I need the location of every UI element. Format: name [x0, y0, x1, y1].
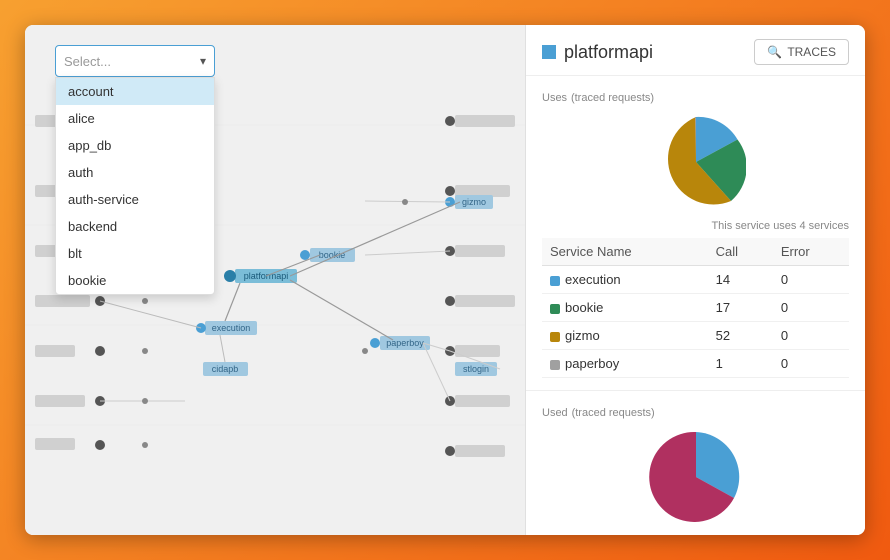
- call-cell: 1: [708, 350, 773, 378]
- select-container: Select... ▾ accountaliceapp_dbauthauth-s…: [55, 45, 215, 77]
- uses-pie-note: This service uses 4 services: [542, 220, 849, 232]
- uses-col-error: Error: [773, 238, 849, 266]
- right-header: platformapi 🔍 TRACES: [526, 25, 865, 76]
- dropdown-item[interactable]: auth: [56, 159, 214, 186]
- service-color-indicator: [542, 45, 556, 59]
- service-cell: execution: [542, 266, 708, 294]
- service-select[interactable]: Select... ▾: [55, 45, 215, 77]
- svg-text:execution: execution: [212, 323, 251, 333]
- traces-button[interactable]: 🔍 TRACES: [754, 39, 849, 65]
- table-row: gizmo 52 0: [542, 322, 849, 350]
- svg-text:stlogin: stlogin: [463, 364, 489, 374]
- table-row: execution 14 0: [542, 266, 849, 294]
- used-section: Used (traced requests) This service is u…: [526, 391, 865, 535]
- select-placeholder: Select...: [64, 54, 111, 69]
- traces-label: TRACES: [787, 45, 836, 59]
- error-cell: 0: [773, 266, 849, 294]
- service-name-label: platformapi: [564, 42, 653, 63]
- dropdown-item[interactable]: account: [56, 78, 214, 105]
- main-container: bookie gizmo execution paperboy platform…: [25, 25, 865, 535]
- right-panel: platformapi 🔍 TRACES Uses (traced reques…: [525, 25, 865, 535]
- error-cell: 0: [773, 350, 849, 378]
- call-cell: 14: [708, 266, 773, 294]
- service-cell: gizmo: [542, 322, 708, 350]
- service-title: platformapi: [542, 42, 653, 63]
- uses-col-call: Call: [708, 238, 773, 266]
- dropdown-item[interactable]: alice: [56, 105, 214, 132]
- svg-text:cidapb: cidapb: [212, 364, 239, 374]
- error-cell: 0: [773, 294, 849, 322]
- dropdown-item[interactable]: backend: [56, 213, 214, 240]
- dropdown-item[interactable]: bookie: [56, 267, 214, 294]
- table-row: paperboy 1 0: [542, 350, 849, 378]
- uses-section: Uses (traced requests) This service uses…: [526, 76, 865, 391]
- call-cell: 17: [708, 294, 773, 322]
- table-row: bookie 17 0: [542, 294, 849, 322]
- service-cell: paperboy: [542, 350, 708, 378]
- dropdown-item[interactable]: app_db: [56, 132, 214, 159]
- uses-pie-chart: [542, 112, 849, 212]
- left-panel: bookie gizmo execution paperboy platform…: [25, 25, 525, 535]
- dropdown-item[interactable]: auth-service: [56, 186, 214, 213]
- uses-table: Service Name Call Error execution 14 0 b…: [542, 238, 849, 378]
- call-cell: 52: [708, 322, 773, 350]
- error-cell: 0: [773, 322, 849, 350]
- uses-title: Uses (traced requests): [542, 88, 849, 104]
- used-title: Used (traced requests): [542, 403, 849, 419]
- uses-col-service: Service Name: [542, 238, 708, 266]
- svg-text:gizmo: gizmo: [462, 197, 486, 207]
- service-cell: bookie: [542, 294, 708, 322]
- search-icon: 🔍: [767, 45, 782, 59]
- used-pie-chart: [542, 427, 849, 527]
- dropdown-menu: accountaliceapp_dbauthauth-servicebacken…: [55, 77, 215, 295]
- dropdown-item[interactable]: blt: [56, 240, 214, 267]
- svg-text:bookie: bookie: [319, 250, 346, 260]
- chevron-down-icon: ▾: [200, 54, 206, 68]
